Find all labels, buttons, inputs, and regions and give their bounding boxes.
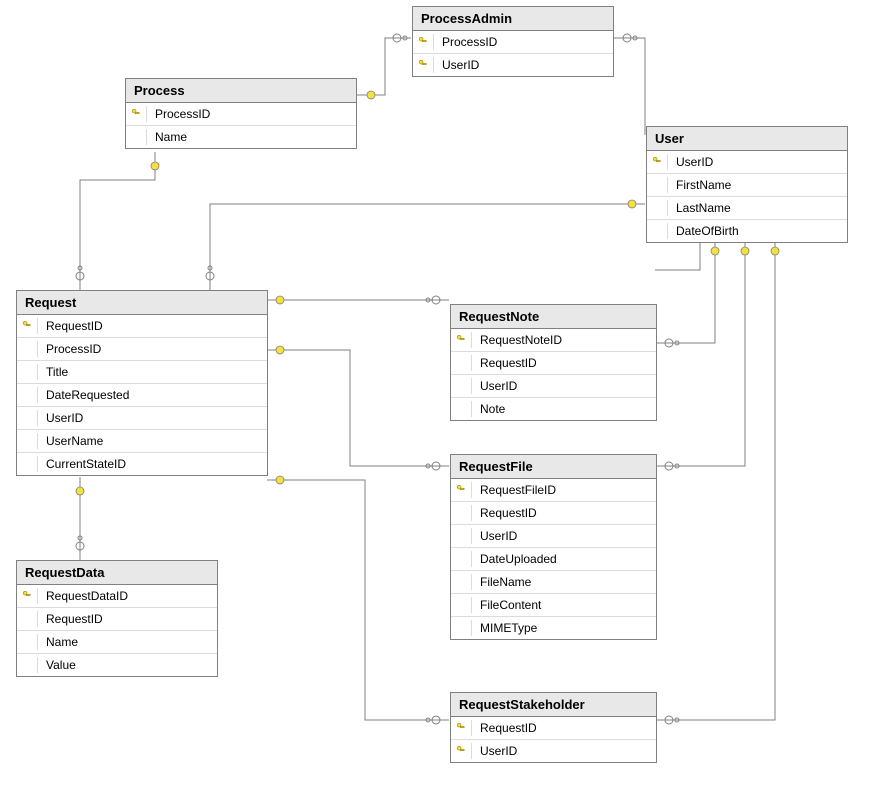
table-column: DateOfBirth	[647, 220, 847, 242]
table-user[interactable]: User UserID FirstName LastName DateOfBir…	[646, 126, 848, 243]
table-processadmin[interactable]: ProcessAdmin ProcessID UserID	[412, 6, 614, 77]
table-column: UserID	[451, 375, 656, 398]
table-title: ProcessAdmin	[413, 7, 613, 31]
table-requestdata[interactable]: RequestData RequestDataID RequestID Name…	[16, 560, 218, 677]
table-column: RequestID	[17, 315, 267, 338]
table-title: RequestStakeholder	[451, 693, 656, 717]
table-column: UserID	[451, 525, 656, 548]
table-column: UserID	[451, 740, 656, 762]
table-request[interactable]: Request RequestID ProcessID Title DateRe…	[16, 290, 268, 476]
table-title: Process	[126, 79, 356, 103]
table-column: Note	[451, 398, 656, 420]
table-column: DateRequested	[17, 384, 267, 407]
key-icon	[456, 333, 466, 347]
table-title: User	[647, 127, 847, 151]
table-column: LastName	[647, 197, 847, 220]
key-icon	[418, 35, 428, 49]
table-process[interactable]: Process ProcessID Name	[125, 78, 357, 149]
table-column: Value	[17, 654, 217, 676]
table-column: FileName	[451, 571, 656, 594]
table-title: Request	[17, 291, 267, 315]
table-column: ProcessID	[126, 103, 356, 126]
table-title: RequestData	[17, 561, 217, 585]
key-icon	[652, 155, 662, 169]
table-column: DateUploaded	[451, 548, 656, 571]
table-column: UserID	[413, 54, 613, 76]
table-column: RequestID	[451, 502, 656, 525]
key-icon	[22, 319, 32, 333]
table-requestfile[interactable]: RequestFile RequestFileID RequestID User…	[450, 454, 657, 640]
key-icon	[456, 721, 466, 735]
table-column: FileContent	[451, 594, 656, 617]
key-icon	[456, 744, 466, 758]
key-icon	[456, 483, 466, 497]
key-icon	[418, 58, 428, 72]
table-column: ProcessID	[413, 31, 613, 54]
table-column: UserID	[17, 407, 267, 430]
table-column: MIMEType	[451, 617, 656, 639]
table-column: RequestNoteID	[451, 329, 656, 352]
table-column: CurrentStateID	[17, 453, 267, 475]
table-requestnote[interactable]: RequestNote RequestNoteID RequestID User…	[450, 304, 657, 421]
table-column: RequestID	[451, 717, 656, 740]
table-column: Name	[126, 126, 356, 148]
table-title: RequestNote	[451, 305, 656, 329]
table-column: UserName	[17, 430, 267, 453]
key-icon	[131, 107, 141, 121]
table-column: RequestFileID	[451, 479, 656, 502]
table-column: FirstName	[647, 174, 847, 197]
table-column: Name	[17, 631, 217, 654]
table-column: UserID	[647, 151, 847, 174]
table-column: RequestDataID	[17, 585, 217, 608]
table-column: ProcessID	[17, 338, 267, 361]
table-column: RequestID	[17, 608, 217, 631]
table-requeststakeholder[interactable]: RequestStakeholder RequestID UserID	[450, 692, 657, 763]
table-column: RequestID	[451, 352, 656, 375]
key-icon	[22, 589, 32, 603]
table-column: Title	[17, 361, 267, 384]
table-title: RequestFile	[451, 455, 656, 479]
